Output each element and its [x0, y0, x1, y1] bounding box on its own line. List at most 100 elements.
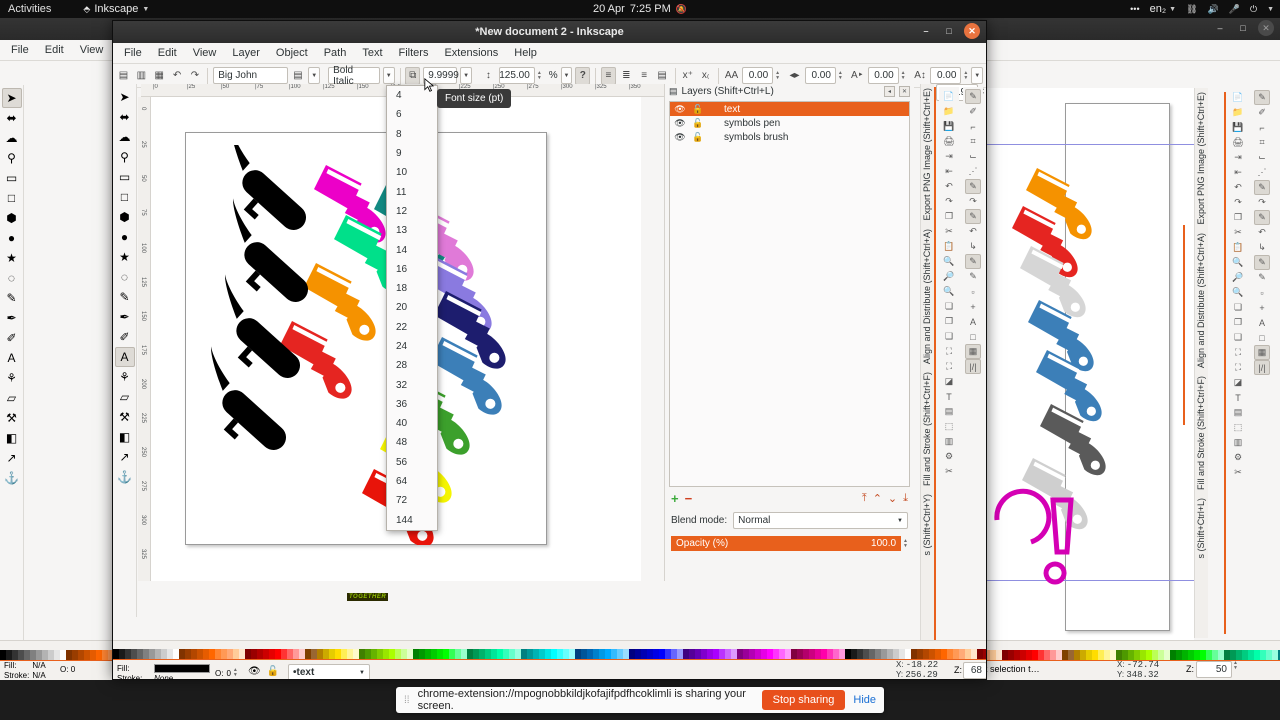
- volume-icon[interactable]: 🔊: [1208, 4, 1219, 15]
- toolbar-icon[interactable]: 📋: [941, 239, 957, 254]
- dock-tab-layers-b[interactable]: s (Shift+Ctrl+L): [1195, 494, 1207, 563]
- toolbar-icon[interactable]: □: [1254, 330, 1270, 345]
- dots-icon[interactable]: •••: [1130, 4, 1139, 14]
- tweak-tool[interactable]: ☁: [2, 128, 22, 148]
- measure-tool[interactable]: ▭: [2, 168, 22, 188]
- eraser-tool[interactable]: ▱: [2, 388, 22, 408]
- text-tool[interactable]: A: [2, 348, 22, 368]
- text-rotation-dropdown[interactable]: ▼: [971, 67, 984, 84]
- toolbar-icon[interactable]: ✎: [965, 209, 981, 224]
- menu-help[interactable]: Help: [507, 45, 544, 61]
- chevron-down-icon[interactable]: ▼: [1267, 6, 1274, 13]
- toolbar-icon[interactable]: ▦: [965, 344, 981, 359]
- layer-lock-icon[interactable]: 🔓: [267, 666, 279, 677]
- line-spacing-spinner[interactable]: ▲ ▼: [537, 70, 542, 81]
- toolbar-icon[interactable]: ▦: [1254, 345, 1270, 360]
- network-icon[interactable]: ⛓: [1186, 4, 1197, 15]
- layer-visibility-icon[interactable]: 👁: [674, 104, 686, 115]
- toolbar-icon[interactable]: ↶: [1230, 180, 1246, 195]
- font-size-option[interactable]: 40: [387, 414, 437, 433]
- toolbar-icon[interactable]: ▤: [941, 404, 957, 419]
- dropper-tool[interactable]: ↗: [2, 448, 22, 468]
- vertical-kerning-input[interactable]: 0.00: [930, 67, 962, 84]
- toolbar-icon[interactable]: ◪: [1230, 375, 1246, 390]
- microphone-icon[interactable]: 🎤: [1229, 4, 1240, 15]
- selector-tool[interactable]: ➤: [1, 88, 22, 108]
- minimize-button-b[interactable]: –: [1212, 20, 1228, 36]
- font-style-dropdown[interactable]: ▼: [382, 67, 395, 84]
- font-family-dropdown[interactable]: ▼: [308, 67, 321, 84]
- toolbar-icon[interactable]: ✂: [1230, 465, 1246, 480]
- keyboard-layout-indicator[interactable]: en₂ ▼: [1150, 3, 1176, 15]
- menu-filters[interactable]: Filters: [392, 45, 436, 61]
- dock-tabs-background-window[interactable]: Export PNG Image (Shift+Ctrl+E) Align an…: [1194, 88, 1208, 638]
- layer-visibility-icon[interactable]: 👁: [248, 666, 261, 677]
- blend-mode-select[interactable]: Normal ▼: [733, 512, 908, 529]
- maximize-button-a[interactable]: □: [941, 23, 957, 39]
- layer-lock-icon[interactable]: 🔓: [692, 132, 704, 143]
- toolbar-icon[interactable]: ❑: [1230, 330, 1246, 345]
- toolbar-icon[interactable]: ↶: [941, 179, 957, 194]
- help-icon[interactable]: ?: [575, 66, 591, 85]
- toolbar-icon[interactable]: ⌗: [1254, 135, 1270, 150]
- add-layer-button[interactable]: +: [671, 491, 679, 506]
- toolbar-icon[interactable]: ↷: [1254, 195, 1270, 210]
- layer-visibility-icon[interactable]: 👁: [674, 132, 686, 143]
- toolbar-icon[interactable]: ↶: [1254, 225, 1270, 240]
- font-size-dropdown-button[interactable]: ▼: [460, 67, 472, 84]
- layer-indicator-icons[interactable]: 👁 🔓: [248, 666, 279, 677]
- align-right-icon[interactable]: ≡: [637, 67, 652, 85]
- menu-file[interactable]: File: [117, 45, 149, 61]
- star-tool[interactable]: ★: [115, 247, 135, 267]
- toolbar-icon[interactable]: |/|: [1254, 360, 1270, 375]
- calligraphy-tool[interactable]: ✐: [115, 327, 135, 347]
- close-button-b[interactable]: ✕: [1258, 20, 1274, 36]
- dock-tab-fillstroke-b[interactable]: Fill and Stroke (Shift+Ctrl+F): [1195, 372, 1207, 494]
- toolbar-icon[interactable]: ⌐: [1254, 120, 1270, 135]
- toolbar-icon[interactable]: ▥: [1230, 435, 1246, 450]
- remove-layer-button[interactable]: −: [685, 491, 693, 506]
- stop-sharing-button[interactable]: Stop sharing: [761, 690, 846, 710]
- toolbar-icon[interactable]: ▥: [941, 434, 957, 449]
- font-size-unit-icon[interactable]: ⧉: [405, 66, 421, 85]
- toolbar-icon[interactable]: ⇤: [941, 164, 957, 179]
- menu-layer[interactable]: Layer: [225, 45, 267, 61]
- color-palette-left-b[interactable]: [0, 650, 112, 661]
- toolbar-icon[interactable]: ✎: [965, 179, 981, 194]
- ellipse-tool[interactable]: ●: [2, 228, 22, 248]
- toolbar-icon[interactable]: ✎: [1254, 255, 1270, 270]
- word-spacing-input[interactable]: 0.00: [804, 67, 836, 84]
- toolbar-icon[interactable]: ⚙: [1230, 450, 1246, 465]
- command-bar-active-window[interactable]: 📄 📁 💾 🖨 ⇥ ⇤ ↶ ↷ ❐ ✂ 📋 🔍 🔎 🔍 ❏ ❐ ❑ ⛶ ⛶ ◪ T ▤ ⬚ ▥ ⚙ ✂: [939, 87, 959, 647]
- letter-spacing-input[interactable]: 0.00: [742, 67, 774, 84]
- lower-to-bottom-icon[interactable]: ⤓: [903, 492, 908, 505]
- spiral-tool[interactable]: ◌: [2, 268, 22, 288]
- box3d-tool[interactable]: ⬢: [2, 208, 22, 228]
- font-size-option[interactable]: 24: [387, 337, 437, 356]
- font-size-option[interactable]: 12: [387, 202, 437, 221]
- pen-tool[interactable]: ✒: [115, 307, 135, 327]
- selector-tool[interactable]: ➤: [115, 87, 135, 107]
- toolbar-icon[interactable]: 📁: [1230, 105, 1246, 120]
- fill-swatch[interactable]: [154, 664, 210, 673]
- font-size-option[interactable]: 64: [387, 472, 437, 491]
- node-tool[interactable]: ⬌: [115, 107, 135, 127]
- toolbar-icon[interactable]: ❏: [1230, 300, 1246, 315]
- font-size-option[interactable]: 144: [387, 511, 437, 530]
- toolbox-active-window[interactable]: ➤ ⬌ ☁ ⚲ ▭ □ ⬢ ● ★ ◌ ✎ ✒ ✐ A ⚘ ▱ ⚒ ◧ ↗ ⚓: [113, 84, 137, 617]
- bucket-tool[interactable]: ⚒: [2, 408, 22, 428]
- font-size-dropdown-list[interactable]: 4 6 8 9 10 11 12 13 14 16 18 20 22 24 28 32 36 40 48 56 64 72…: [386, 85, 438, 531]
- toolbar-icon[interactable]: 📋: [1230, 240, 1246, 255]
- dock-collapse-icon[interactable]: ◂: [884, 86, 895, 97]
- layer-lock-icon[interactable]: 🔓: [692, 118, 704, 129]
- text-open-icon[interactable]: ▥: [134, 67, 149, 85]
- bucket-tool[interactable]: ⚒: [115, 407, 135, 427]
- toolbar-icon[interactable]: ⋰: [965, 164, 981, 179]
- toolbar-icon[interactable]: 🖨: [1230, 135, 1246, 150]
- horizontal-kerning-input[interactable]: 0.00: [867, 67, 899, 84]
- toolbar-icon[interactable]: 🖨: [941, 134, 957, 149]
- toolbar-icon[interactable]: ↶: [965, 224, 981, 239]
- redo-icon[interactable]: ↷: [188, 67, 203, 85]
- box3d-tool[interactable]: ⬢: [115, 207, 135, 227]
- window-a-titlebar[interactable]: *New document 2 - Inkscape – □ ✕: [113, 21, 986, 43]
